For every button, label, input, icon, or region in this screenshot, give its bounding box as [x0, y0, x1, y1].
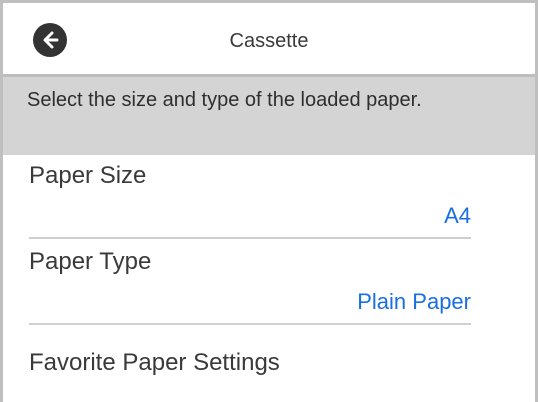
paper-type-item[interactable]: Paper Type Plain Paper [3, 241, 535, 327]
paper-size-value: A4 [444, 203, 471, 228]
divider [29, 237, 471, 239]
favorite-paper-settings-label: Favorite Paper Settings [29, 349, 280, 376]
favorite-paper-settings-item[interactable]: Favorite Paper Settings [3, 327, 535, 402]
divider [29, 323, 471, 325]
header-bar: Cassette [3, 3, 535, 77]
paper-type-label: Paper Type [29, 248, 152, 275]
instruction-text: Select the size and type of the loaded p… [27, 89, 422, 111]
paper-size-item[interactable]: Paper Size A4 [3, 155, 535, 241]
paper-size-label: Paper Size [29, 162, 147, 189]
page-title: Cassette [229, 30, 309, 52]
paper-type-value: Plain Paper [357, 289, 471, 314]
cassette-screen: Cassette Select the size and type of the… [0, 0, 538, 402]
instruction-banner: Select the size and type of the loaded p… [3, 77, 535, 155]
